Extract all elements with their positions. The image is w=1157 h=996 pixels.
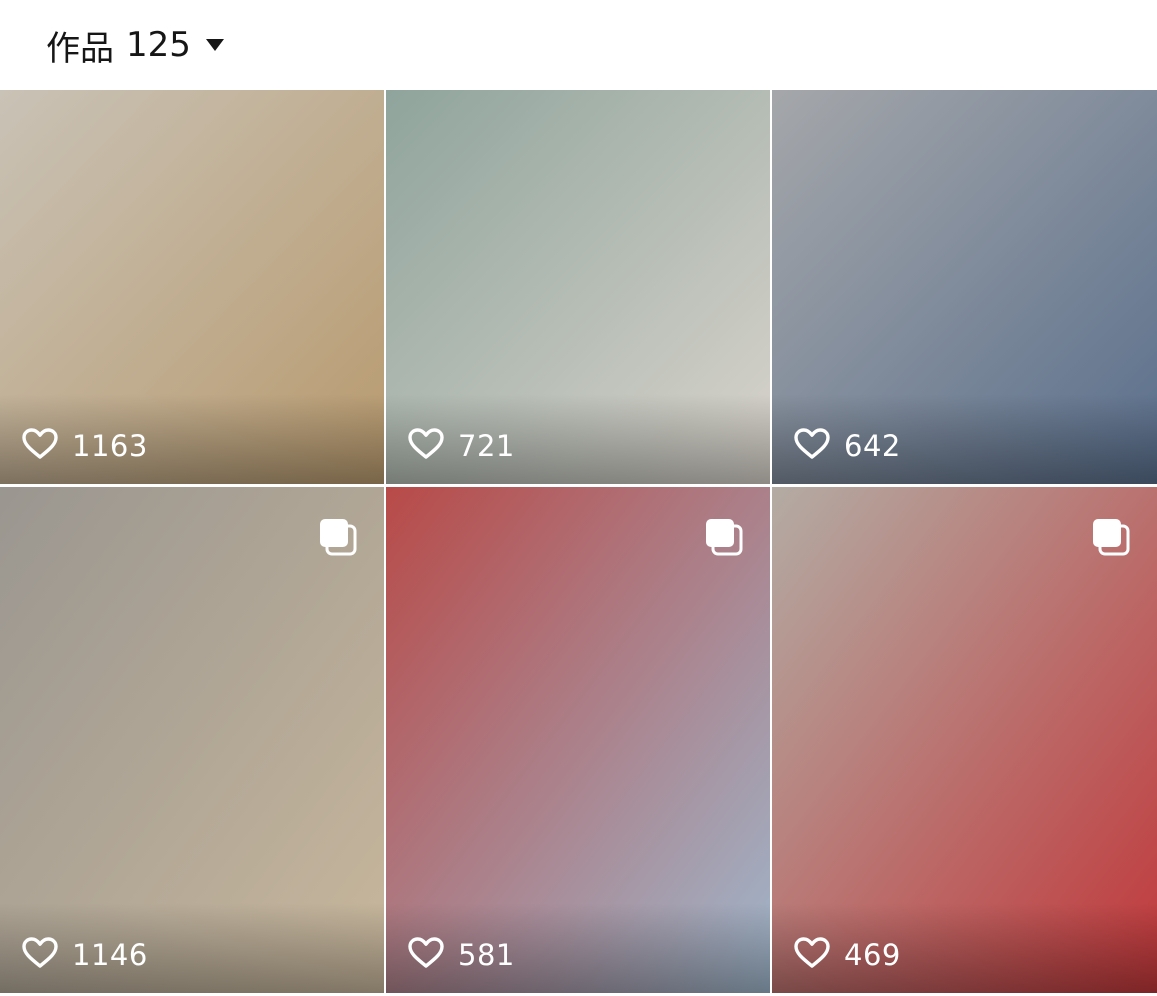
grid-tile[interactable]: 642	[772, 90, 1157, 484]
grid-tile[interactable]: 469	[772, 487, 1157, 993]
heart-outline-icon	[22, 428, 58, 464]
works-grid: 1163 721 642 1146 581 469	[0, 90, 1157, 993]
multi-image-icon	[318, 517, 358, 557]
heart-outline-icon	[22, 937, 58, 973]
grid-tile[interactable]: 1163	[0, 90, 384, 484]
caret-down-icon[interactable]	[205, 37, 225, 56]
works-tab-label: 作品	[46, 28, 114, 69]
like-counter: 642	[794, 428, 901, 464]
like-count: 642	[844, 429, 901, 463]
profile-header: 作品 125	[0, 0, 1157, 90]
like-count: 1163	[72, 429, 148, 463]
works-tab[interactable]: 作品 125	[46, 21, 225, 70]
like-count: 1146	[72, 938, 148, 972]
heart-outline-icon	[794, 428, 830, 464]
grid-tile[interactable]: 721	[386, 90, 770, 484]
like-count: 721	[458, 429, 515, 463]
like-counter: 1146	[22, 937, 148, 973]
like-count: 469	[844, 938, 901, 972]
grid-tile[interactable]: 1146	[0, 487, 384, 993]
like-counter: 581	[408, 937, 515, 973]
works-count: 125	[126, 25, 191, 65]
like-counter: 1163	[22, 428, 148, 464]
multi-image-icon	[1091, 517, 1131, 557]
like-counter: 721	[408, 428, 515, 464]
grid-tile[interactable]: 581	[386, 487, 770, 993]
multi-image-icon	[704, 517, 744, 557]
heart-outline-icon	[408, 428, 444, 464]
like-counter: 469	[794, 937, 901, 973]
heart-outline-icon	[408, 937, 444, 973]
heart-outline-icon	[794, 937, 830, 973]
like-count: 581	[458, 938, 515, 972]
